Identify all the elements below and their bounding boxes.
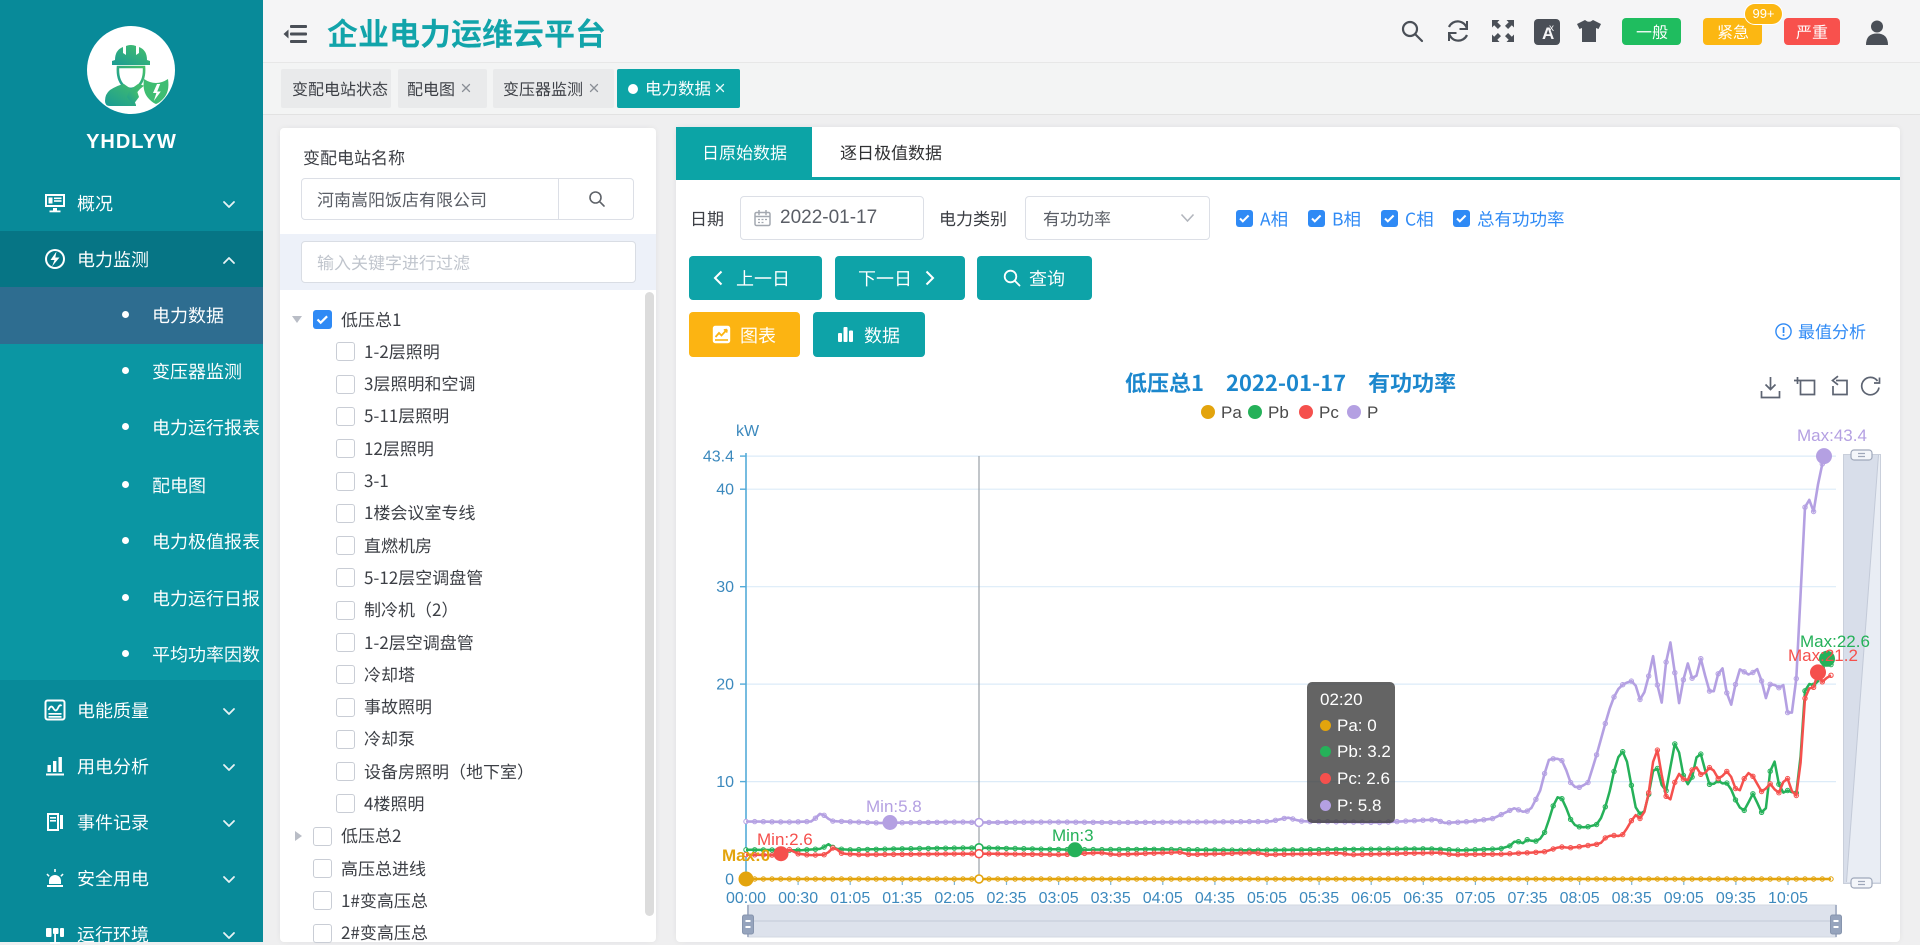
svg-text:00:30: 00:30 (778, 890, 818, 907)
svg-text:09:35: 09:35 (1716, 890, 1756, 907)
svg-text:01:35: 01:35 (882, 890, 922, 907)
svg-text:Min:3: Min:3 (1052, 826, 1094, 845)
svg-text:Max:21.2: Max:21.2 (1788, 646, 1858, 665)
svg-text:20: 20 (716, 677, 734, 694)
svg-text:40: 40 (716, 482, 734, 499)
svg-text:01:05: 01:05 (830, 890, 870, 907)
svg-text:07:05: 07:05 (1455, 890, 1495, 907)
svg-text:Min:5.8: Min:5.8 (866, 797, 922, 816)
svg-text:06:35: 06:35 (1403, 890, 1443, 907)
svg-text:Min:2.6: Min:2.6 (757, 830, 813, 849)
svg-text:04:05: 04:05 (1143, 890, 1183, 907)
svg-text:03:05: 03:05 (1039, 890, 1079, 907)
svg-text:04:35: 04:35 (1195, 890, 1235, 907)
svg-text:08:05: 08:05 (1560, 890, 1600, 907)
svg-text:10: 10 (716, 774, 734, 791)
svg-text:05:35: 05:35 (1299, 890, 1339, 907)
svg-text:kW: kW (736, 423, 760, 440)
svg-text:00:00: 00:00 (726, 890, 766, 907)
svg-text:05:05: 05:05 (1247, 890, 1287, 907)
svg-text:10:05: 10:05 (1768, 890, 1808, 907)
svg-text:07:35: 07:35 (1507, 890, 1547, 907)
svg-text:03:35: 03:35 (1091, 890, 1131, 907)
svg-text:02:05: 02:05 (934, 890, 974, 907)
svg-text:09:05: 09:05 (1664, 890, 1704, 907)
svg-text:30: 30 (716, 579, 734, 596)
svg-text:Max:43.4: Max:43.4 (1797, 426, 1867, 445)
svg-text:0: 0 (725, 872, 734, 889)
svg-text:43.4: 43.4 (703, 449, 734, 466)
svg-text:06:05: 06:05 (1351, 890, 1391, 907)
svg-text:02:35: 02:35 (986, 890, 1026, 907)
svg-text:08:35: 08:35 (1612, 890, 1652, 907)
